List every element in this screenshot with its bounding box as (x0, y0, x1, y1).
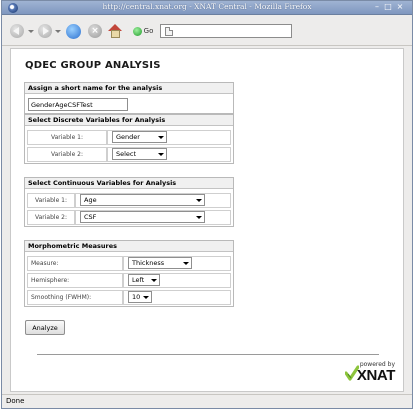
select-value: Age (84, 196, 97, 204)
variable-2-label: Variable 2: (27, 147, 107, 162)
select-value: 10 (132, 293, 141, 301)
short-name-header: Assign a short name for the analysis (25, 83, 233, 94)
back-button[interactable] (6, 23, 28, 39)
title-bar: http://central.xnat.org - XNAT Central -… (2, 1, 412, 15)
chevron-down-icon (55, 29, 61, 33)
reload-button[interactable] (64, 23, 82, 39)
continuous-variable-1-select[interactable]: Age (80, 194, 205, 206)
discrete-variables-panel: Select Discrete Variables for Analysis V… (24, 114, 234, 164)
close-icon[interactable]: × (395, 3, 405, 12)
short-name-panel: Assign a short name for the analysis Gen… (24, 82, 234, 114)
forward-arrow-icon (38, 24, 52, 38)
chevron-down-icon (156, 133, 165, 141)
variable-2-label: Variable 2: (27, 210, 75, 225)
chevron-down-icon (194, 213, 203, 221)
select-value: Thickness (132, 259, 165, 267)
home-icon (107, 24, 123, 38)
discrete-variables-header: Select Discrete Variables for Analysis (25, 115, 233, 126)
smoothing-label: Smoothing (FWHM): (27, 290, 123, 305)
go-button[interactable]: Go (128, 23, 158, 39)
select-value: Left (132, 276, 145, 284)
forward-button[interactable] (35, 23, 55, 39)
measure-label: Measure: (27, 256, 123, 271)
page-title: QDEC GROUP ANALYSIS (25, 60, 161, 71)
analysis-name-input[interactable]: GenderAgeCSFTest (28, 98, 128, 111)
variable-1-label: Variable 1: (27, 193, 75, 208)
select-value: Select (116, 150, 137, 158)
chevron-down-icon (181, 259, 190, 267)
back-history-dropdown[interactable] (27, 23, 35, 39)
variable-1-label: Variable 1: (27, 130, 107, 145)
select-value: CSF (84, 213, 97, 221)
stop-icon: × (88, 24, 102, 38)
xnat-logo: powered by XNAT (345, 361, 395, 387)
continuous-variables-header: Select Continuous Variables for Analysis (25, 178, 233, 189)
smoothing-select[interactable]: 10 (128, 291, 152, 303)
chevron-down-icon (156, 150, 165, 158)
hemisphere-select[interactable]: Left (128, 274, 160, 286)
page-icon (165, 26, 173, 36)
reload-icon (65, 23, 81, 39)
chevron-down-icon (194, 196, 203, 204)
browser-window: http://central.xnat.org - XNAT Central -… (1, 0, 413, 409)
stop-button[interactable]: × (86, 23, 104, 39)
discrete-variable-1-select[interactable]: Gender (112, 131, 167, 143)
minimize-icon[interactable]: – (372, 3, 382, 12)
morphometric-measures-header: Morphometric Measures (25, 241, 233, 252)
continuous-variable-2-select[interactable]: CSF (80, 211, 205, 223)
continuous-variables-panel: Select Continuous Variables for Analysis… (24, 177, 234, 227)
hemisphere-label: Hemisphere: (27, 273, 123, 288)
xnat-wordmark: XNAT (356, 367, 396, 384)
go-icon (132, 26, 142, 36)
url-bar[interactable] (160, 24, 292, 38)
go-label: Go (143, 27, 154, 35)
chevron-down-icon (141, 293, 150, 301)
navigation-toolbar: × Go (2, 16, 412, 46)
status-text: Done (6, 397, 25, 405)
select-value: Gender (116, 133, 140, 141)
home-button[interactable] (106, 23, 124, 39)
morphometric-measures-panel: Morphometric Measures Measure: Thickness… (24, 240, 234, 307)
divider (37, 354, 379, 355)
forward-history-dropdown[interactable] (54, 23, 62, 39)
discrete-variable-2-select[interactable]: Select (112, 148, 167, 160)
chevron-down-icon (28, 29, 34, 33)
maximize-icon[interactable]: □ (383, 3, 393, 12)
measure-select[interactable]: Thickness (128, 257, 192, 269)
status-bar: Done (2, 394, 412, 408)
back-arrow-icon (10, 24, 24, 38)
window-title: http://central.xnat.org - XNAT Central -… (102, 2, 312, 11)
chevron-down-icon (149, 276, 158, 284)
analyze-button[interactable]: Analyze (25, 320, 65, 335)
page-content: QDEC GROUP ANALYSIS Assign a short name … (10, 48, 404, 392)
